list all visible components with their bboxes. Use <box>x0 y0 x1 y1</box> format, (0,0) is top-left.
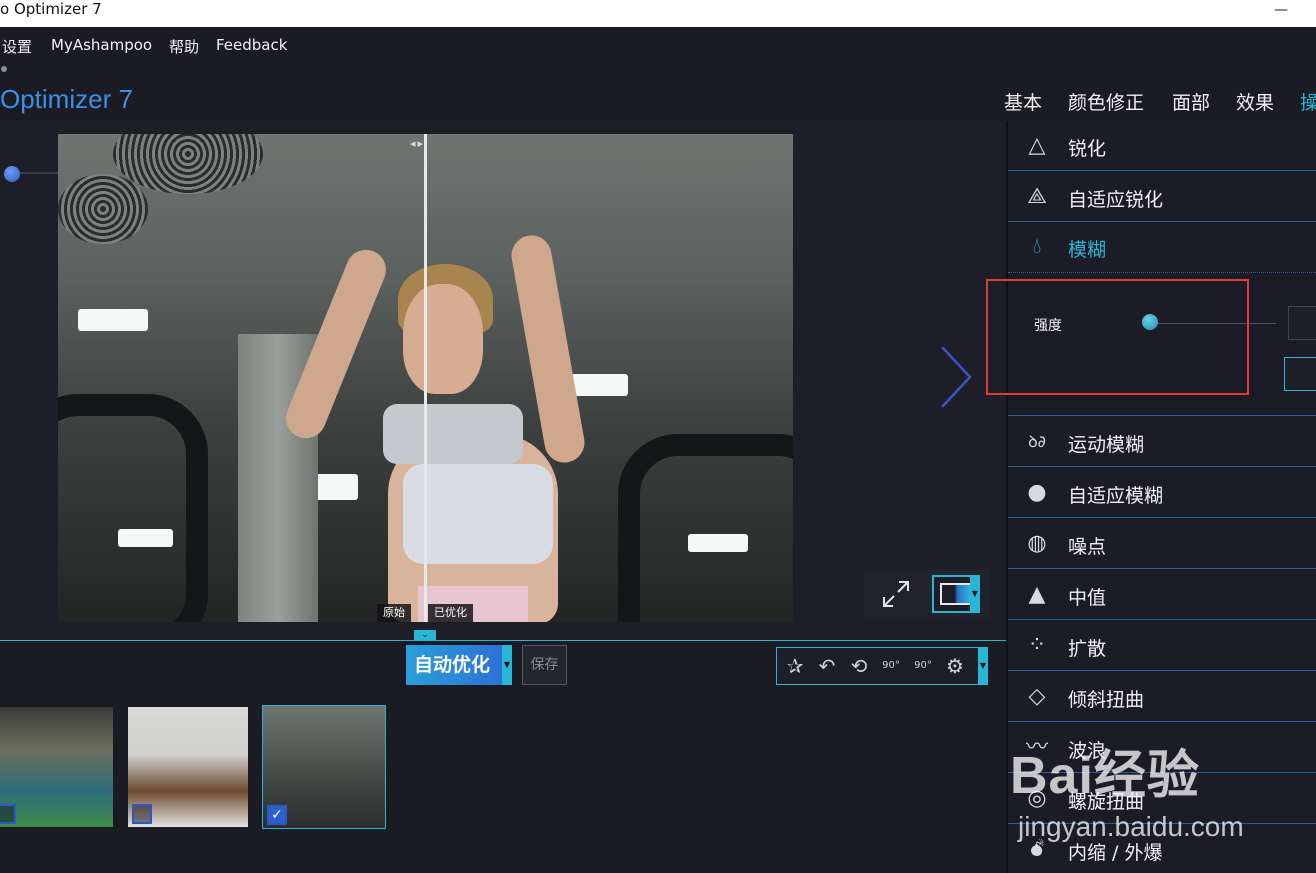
triangle-outline-icon: △ <box>1028 133 1046 158</box>
compare-split-line[interactable] <box>424 134 427 622</box>
menu-bar: 设置 MyAshampoo 帮助 Feedback <box>0 27 1316 63</box>
triangle-filled-icon: ⟁ <box>1027 184 1047 209</box>
next-image-arrow-icon[interactable] <box>936 345 976 409</box>
tool-label: 自适应锐化 <box>1068 189 1164 211</box>
app-title: Optimizer 7 <box>0 84 133 114</box>
split-handle-icon[interactable]: ◂▸ <box>410 137 425 150</box>
zoom-slider-knob[interactable] <box>4 166 20 182</box>
compare-mode-button[interactable]: ▼ <box>932 575 980 613</box>
thumbnail[interactable] <box>0 707 113 827</box>
highlight-box <box>986 279 1249 395</box>
ceiling-light <box>78 309 148 331</box>
dropdown-arrow-icon[interactable]: ▼ <box>970 575 980 613</box>
auto-optimize-button[interactable]: 自动优化 ▼ <box>406 645 512 685</box>
tool-sharpen[interactable]: △ 锐化 <box>1008 121 1316 171</box>
dropdown-arrow-icon[interactable]: ▼ <box>502 645 512 685</box>
tab-color-correction[interactable]: 颜色修正 <box>1068 88 1144 115</box>
tool-label: 模糊 <box>1068 239 1107 261</box>
dropdown-arrow-icon[interactable]: ▼ <box>978 647 988 685</box>
view-controls: ▼ <box>864 569 990 619</box>
baidu-watermark: Bai经验 jingyan.baidu.com <box>1008 733 1268 843</box>
water-drop-filled-icon: ● <box>1027 480 1047 505</box>
tool-label: 扩散 <box>1068 638 1107 660</box>
tab-operations[interactable]: 操 <box>1300 88 1316 115</box>
collapse-chevron-icon[interactable]: ⌄ <box>414 630 436 641</box>
tab-effects[interactable]: 效果 <box>1236 88 1274 115</box>
tool-skew[interactable]: ◇ 倾斜扭曲 <box>1008 672 1316 722</box>
pyramid-icon: ▲ <box>1028 582 1046 607</box>
tool-label: 运动模糊 <box>1068 434 1145 456</box>
undo-all-icon[interactable]: ⟲ <box>845 652 873 680</box>
diffuse-dots-icon: ⁘ <box>1027 633 1047 658</box>
ceiling-light <box>568 374 628 396</box>
noise-sphere-icon: ◍ <box>1027 531 1047 556</box>
gym-machine <box>618 434 793 622</box>
title-bar: o Optimizer 7 — <box>0 0 1316 27</box>
tool-blur[interactable]: 💧︎ 模糊 <box>1008 222 1316 272</box>
thumbnail[interactable] <box>128 707 248 827</box>
rotate-left-90-icon[interactable]: 90° <box>877 652 905 680</box>
tool-label: 倾斜扭曲 <box>1068 689 1145 711</box>
menu-myashampoo[interactable]: MyAshampoo <box>51 36 152 54</box>
tool-adaptive-sharpen[interactable]: ⟁ 自适应锐化 <box>1008 172 1316 222</box>
water-drop-outline-icon: 💧︎ <box>1032 234 1042 259</box>
motion-drops-icon: ꝺ∂ <box>1028 432 1046 451</box>
tab-face[interactable]: 面部 <box>1172 88 1210 115</box>
fullscreen-expand-icon[interactable] <box>881 579 911 609</box>
apply-button[interactable] <box>1284 357 1316 391</box>
dot-icon <box>1 66 7 72</box>
tool-label: 中值 <box>1068 587 1107 609</box>
edit-tool-group: ✰ ↶ ⟲ 90° 90° ⚙ ▼ <box>776 647 988 685</box>
tool-median[interactable]: ▲ 中值 <box>1008 570 1316 620</box>
tool-label: 锐化 <box>1068 138 1107 160</box>
split-view-icon <box>940 583 972 605</box>
tool-diffuse[interactable]: ⁘ 扩散 <box>1008 621 1316 671</box>
woman-head <box>403 284 483 394</box>
tool-label: 噪点 <box>1068 536 1107 558</box>
save-button[interactable]: 保存 <box>522 645 567 685</box>
menu-settings[interactable]: 设置 <box>2 36 32 57</box>
strength-value-field[interactable] <box>1288 306 1316 340</box>
thumbnail-checkbox[interactable] <box>0 804 16 824</box>
thumbnail-checkbox[interactable] <box>132 804 152 824</box>
tool-motion-blur[interactable]: ꝺ∂ 运动模糊 <box>1008 417 1316 467</box>
menu-help[interactable]: 帮助 <box>169 36 199 57</box>
optimized-label: 已优化 <box>428 604 473 622</box>
minimize-button[interactable]: — <box>1274 2 1288 18</box>
auto-optimize-label: 自动优化 <box>414 654 491 676</box>
window-title: o Optimizer 7 <box>0 0 102 18</box>
thumbnail-checkbox-checked[interactable]: ✓ <box>267 805 287 825</box>
gym-machine <box>58 394 208 622</box>
tool-adaptive-blur[interactable]: ● 自适应模糊 <box>1008 468 1316 518</box>
ceiling-vent <box>58 174 148 244</box>
tool-noise[interactable]: ◍ 噪点 <box>1008 519 1316 569</box>
rotate-right-90-icon[interactable]: 90° <box>909 652 937 680</box>
watermark-url: jingyan.baidu.com <box>1018 811 1244 842</box>
diamond-icon: ◇ <box>1028 684 1046 709</box>
menu-feedback[interactable]: Feedback <box>216 36 287 54</box>
thumbnail-selected[interactable]: ✓ <box>262 705 386 829</box>
original-label: 原始 <box>377 604 411 622</box>
tool-label: 自适应模糊 <box>1068 485 1164 507</box>
watermark-brand: Bai经验 <box>1010 747 1200 805</box>
towel <box>383 404 523 464</box>
settings-gear-icon[interactable]: ⚙ <box>941 652 969 680</box>
magic-stars-icon[interactable]: ✰ <box>781 652 809 680</box>
undo-icon[interactable]: ↶ <box>813 652 841 680</box>
tab-basic[interactable]: 基本 <box>1004 88 1042 115</box>
